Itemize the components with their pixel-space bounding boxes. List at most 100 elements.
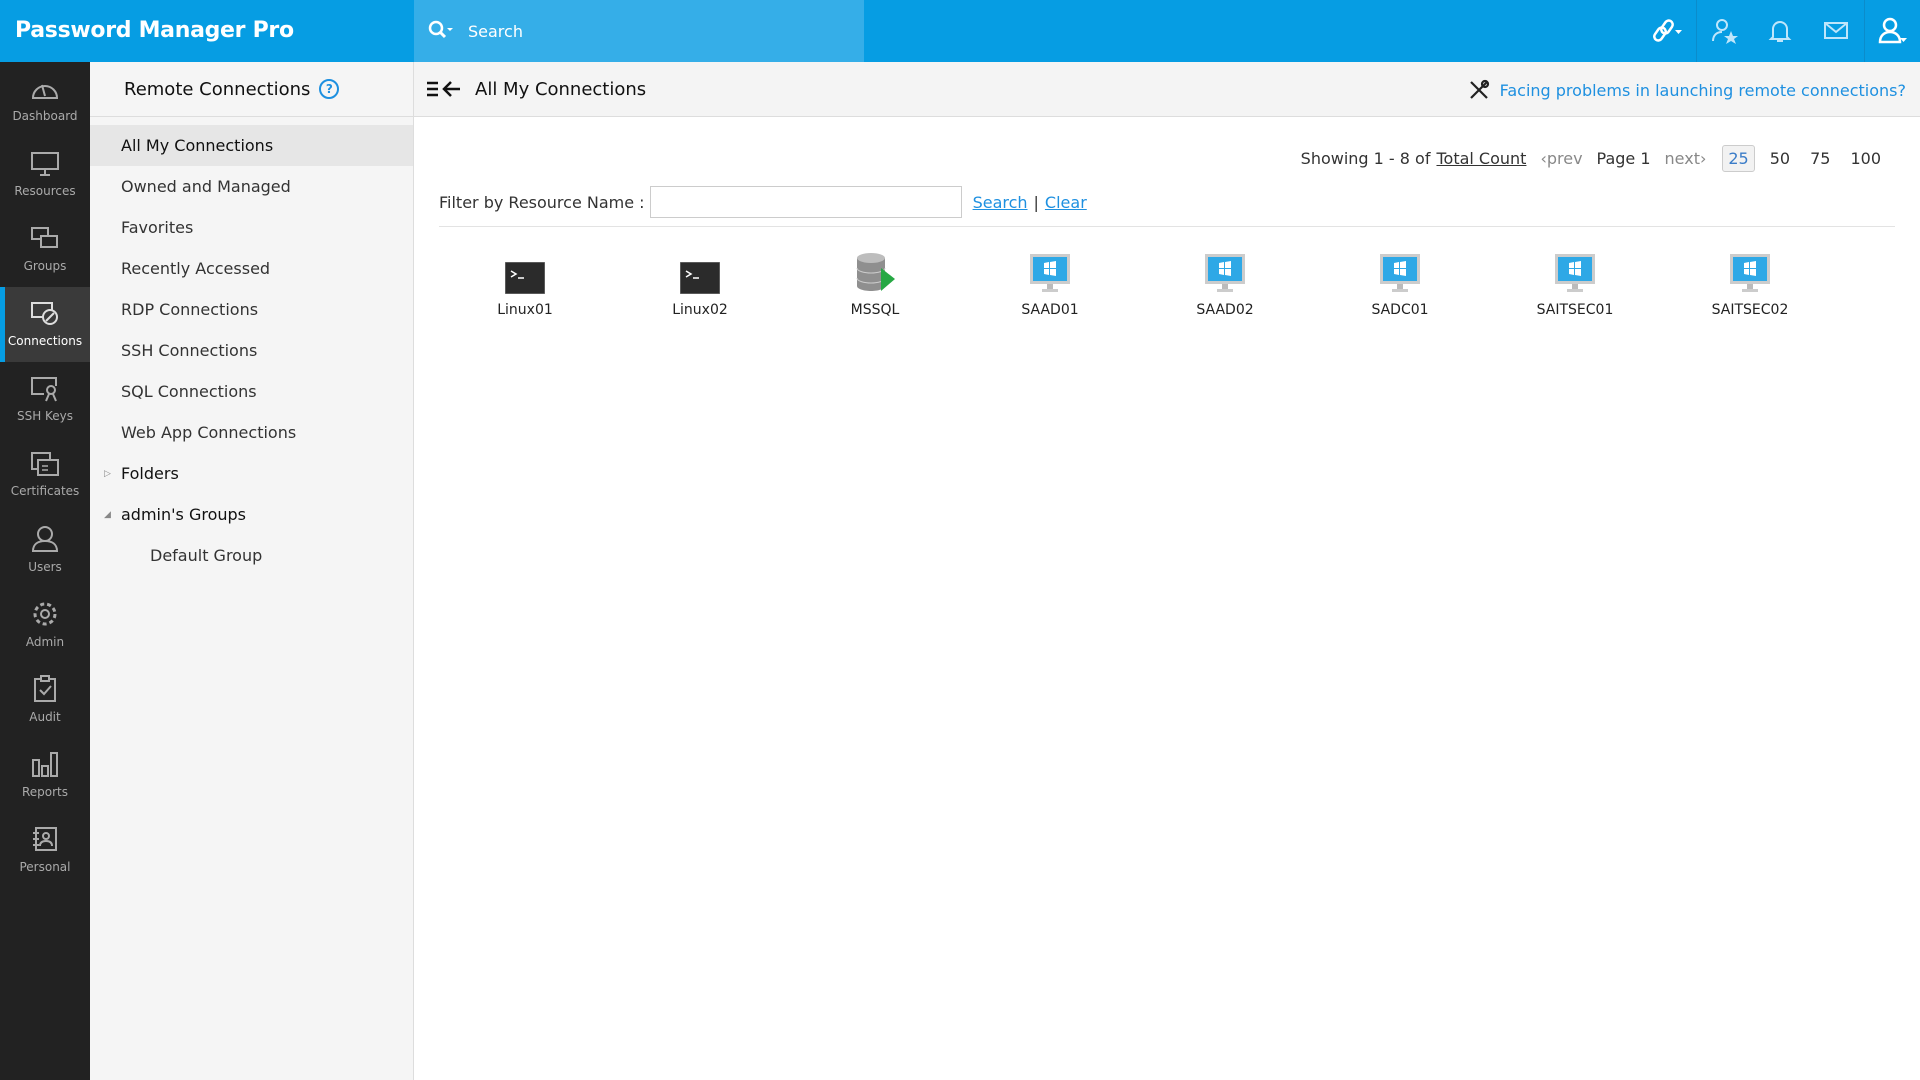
nav-label: Personal <box>19 860 71 874</box>
menu-item-ssh-connections[interactable]: SSH Connections <box>90 330 413 371</box>
top-header: Password Manager Pro <box>0 0 1920 62</box>
next-button[interactable]: next› <box>1665 149 1707 168</box>
expand-arrow-icon[interactable]: ▷ <box>104 469 111 479</box>
bar-chart-icon <box>30 750 60 785</box>
resource-connection[interactable]: SAITSEC02 <box>1690 252 1810 318</box>
resource-name[interactable]: Linux01 <box>497 302 553 318</box>
nav-groups[interactable]: Groups <box>0 212 90 287</box>
resource-connection[interactable]: SADC01 <box>1340 252 1460 318</box>
showing-text: Showing 1 - 8 of <box>1300 149 1431 168</box>
windows-icon[interactable] <box>1380 252 1420 294</box>
tree-default-group[interactable]: Default Group <box>90 535 413 576</box>
windows-icon[interactable] <box>1205 252 1245 294</box>
pagination: Showing 1 - 8 of Total Count ‹prev Page … <box>1301 145 1886 172</box>
resource-name[interactable]: SADC01 <box>1371 302 1428 318</box>
filter-label: Filter by Resource Name : <box>439 192 645 212</box>
database-icon[interactable] <box>853 252 897 294</box>
search-input[interactable] <box>468 21 828 41</box>
nav-label: Resources <box>14 184 76 198</box>
clipboard-check-icon <box>30 675 60 710</box>
collapse-arrow-icon[interactable]: ◢ <box>104 510 111 520</box>
nav-resources[interactable]: Resources <box>0 137 90 212</box>
bell-icon[interactable] <box>1752 0 1808 62</box>
nav-label: Users <box>28 560 62 574</box>
menu-item-rdp-connections[interactable]: RDP Connections <box>90 289 413 330</box>
nav-personal[interactable]: Personal <box>0 812 90 887</box>
page-size-100[interactable]: 100 <box>1845 146 1886 171</box>
filter-clear-link[interactable]: Clear <box>1045 193 1087 212</box>
page-size-75[interactable]: 75 <box>1805 146 1835 171</box>
user-profile-icon[interactable] <box>1864 0 1920 62</box>
resource-name[interactable]: SAAD02 <box>1196 302 1253 318</box>
resource-connection[interactable]: SAAD02 <box>1165 252 1285 318</box>
resource-name-filter-input[interactable] <box>649 186 962 218</box>
connections-icon <box>30 301 60 334</box>
contact-card-icon <box>30 825 60 860</box>
nav-label: Groups <box>23 259 67 273</box>
windows-icon[interactable] <box>1555 252 1595 294</box>
page-number: Page 1 <box>1596 149 1651 168</box>
content-toolbar: All My Connections Facing problems in la… <box>414 62 1920 117</box>
menu-item-all-my-connections[interactable]: All My Connections <box>90 125 413 166</box>
ssh-key-icon <box>30 376 60 409</box>
prev-button[interactable]: ‹prev <box>1540 149 1582 168</box>
nav-connections[interactable]: Connections <box>0 287 90 362</box>
tree-folders[interactable]: ▷ Folders <box>90 453 413 494</box>
monitor-icon <box>30 151 60 184</box>
nav-dashboard[interactable]: Dashboard <box>0 62 90 137</box>
resource-connection[interactable]: MSSQL <box>815 252 935 318</box>
link-menu-icon[interactable] <box>1640 0 1696 62</box>
resource-connection[interactable]: SAITSEC01 <box>1515 252 1635 318</box>
filter-search-link[interactable]: Search <box>973 193 1028 212</box>
menu-item-sql-connections[interactable]: SQL Connections <box>90 371 413 412</box>
terminal-icon[interactable] <box>505 252 545 294</box>
connections-panel: Remote Connections? All My Connections Ow… <box>90 62 414 1080</box>
certificate-icon <box>30 451 60 484</box>
menu-item-web-app-connections[interactable]: Web App Connections <box>90 412 413 453</box>
menu-item-favorites[interactable]: Favorites <box>90 207 413 248</box>
resource-name[interactable]: SAITSEC01 <box>1537 302 1614 318</box>
nav-label: Reports <box>21 785 69 799</box>
search-icon[interactable] <box>428 20 454 42</box>
resource-connection[interactable]: Linux02 <box>640 252 760 318</box>
nav-label: Certificates <box>10 484 80 498</box>
menu-item-recently-accessed[interactable]: Recently Accessed <box>90 248 413 289</box>
admin-groups-label: admin's Groups <box>121 505 246 524</box>
troubleshoot-link[interactable]: Facing problems in launching remote conn… <box>1468 79 1906 101</box>
help-icon[interactable]: ? <box>319 79 340 99</box>
nav-label: SSH Keys <box>16 409 74 423</box>
nav-admin[interactable]: Admin <box>0 587 90 662</box>
resource-name[interactable]: SAAD01 <box>1021 302 1078 318</box>
nav-certificates[interactable]: Certificates <box>0 437 90 512</box>
page-title: All My Connections <box>475 78 647 100</box>
resource-name[interactable]: MSSQL <box>851 302 900 318</box>
gear-icon <box>30 600 60 635</box>
main-nav: Dashboard Resources Groups Connections SSH K… <box>0 62 90 1080</box>
nav-ssh-keys[interactable]: SSH Keys <box>0 362 90 437</box>
collapse-panel-icon[interactable] <box>427 80 461 98</box>
mail-icon[interactable] <box>1808 0 1864 62</box>
resource-connection[interactable]: SAAD01 <box>990 252 1110 318</box>
resource-connection[interactable]: Linux01 <box>465 252 585 318</box>
windows-icon[interactable] <box>1730 252 1770 294</box>
resource-name[interactable]: SAITSEC02 <box>1712 302 1789 318</box>
menu-item-owned-and-managed[interactable]: Owned and Managed <box>90 166 413 207</box>
app-logo[interactable]: Password Manager Pro <box>15 18 294 43</box>
nav-users[interactable]: Users <box>0 512 90 587</box>
nav-label: Connections <box>7 334 83 348</box>
page-size-50[interactable]: 50 <box>1765 146 1795 171</box>
nav-reports[interactable]: Reports <box>0 737 90 812</box>
total-count-link[interactable]: Total Count <box>1436 149 1526 168</box>
tree-admin-groups[interactable]: ◢ admin's Groups <box>90 494 413 535</box>
windows-icon[interactable] <box>1030 252 1070 294</box>
default-group-label: Default Group <box>150 546 263 565</box>
page-size-25[interactable]: 25 <box>1722 145 1755 172</box>
terminal-icon[interactable] <box>680 252 720 294</box>
global-search[interactable] <box>414 0 864 62</box>
favorite-users-icon[interactable] <box>1696 0 1752 62</box>
user-icon <box>30 525 60 560</box>
resource-name[interactable]: Linux02 <box>672 302 728 318</box>
panel-title: Remote Connections <box>124 78 311 100</box>
folders-label: Folders <box>121 464 179 483</box>
nav-audit[interactable]: Audit <box>0 662 90 737</box>
